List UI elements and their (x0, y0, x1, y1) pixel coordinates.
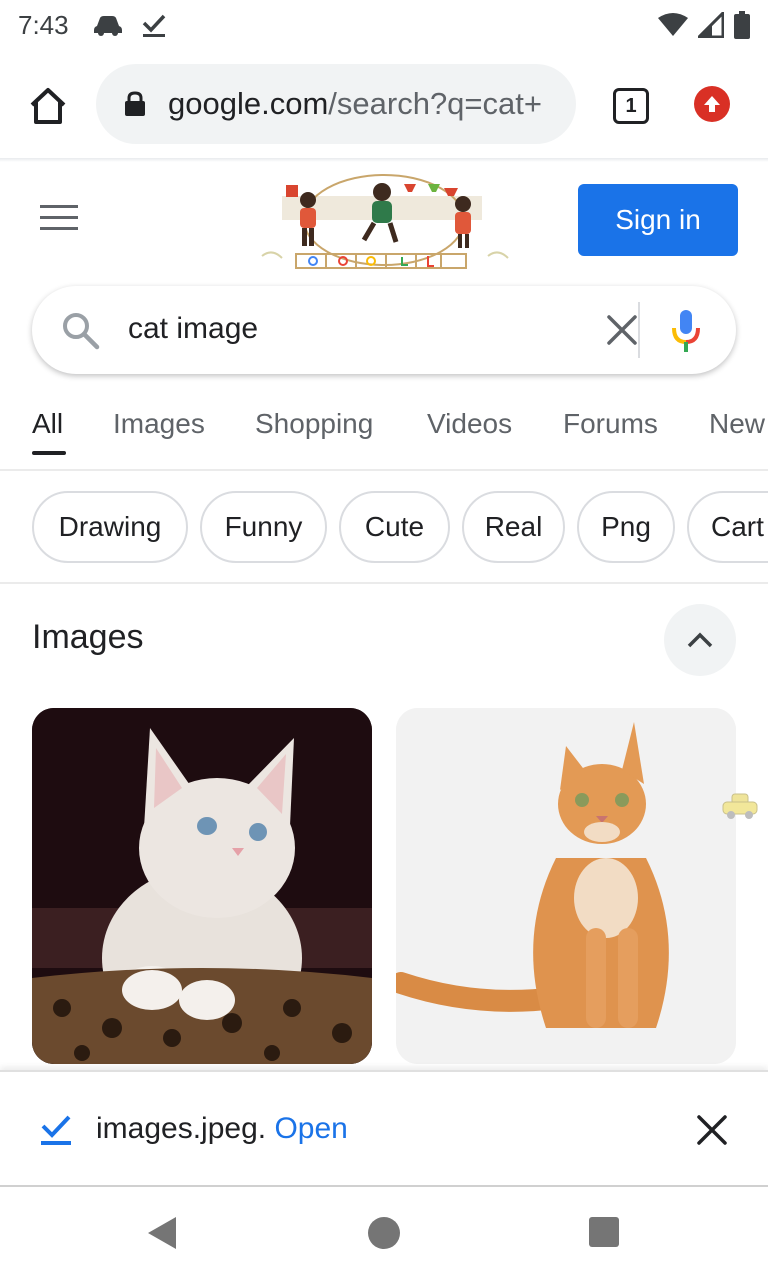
active-tab-indicator (32, 451, 66, 455)
sign-in-button[interactable]: Sign in (578, 184, 738, 256)
search-divider (638, 302, 640, 358)
chip-funny[interactable]: Funny (200, 491, 327, 563)
download-filename: images.jpeg. (96, 1112, 267, 1145)
wifi-icon (658, 13, 688, 36)
download-bar: images.jpeg. Open (0, 1070, 768, 1186)
home-icon[interactable] (28, 86, 68, 126)
chip-drawing[interactable]: Drawing (32, 491, 188, 563)
car-notification-icon (93, 16, 122, 36)
tab-switcher-button[interactable]: 1 (613, 88, 649, 124)
tab-news[interactable]: New (709, 408, 765, 440)
google-doodle-logo[interactable] (256, 170, 512, 280)
refinement-chips: Drawing Funny Cute Real Png Cart (0, 491, 768, 563)
system-nav-bar (0, 1187, 768, 1280)
url-text: google.com/search?q=cat+ (168, 86, 542, 122)
update-chrome-button[interactable] (694, 86, 730, 122)
chevron-up-icon (687, 632, 713, 648)
image-result-white-kitten[interactable] (32, 708, 372, 1064)
cell-signal-icon (698, 12, 724, 38)
status-bar: 7:43 (0, 0, 768, 50)
address-bar[interactable]: google.com/search?q=cat+ (96, 64, 576, 144)
arrow-up-icon (704, 96, 720, 112)
home-nav-icon[interactable] (368, 1217, 400, 1249)
chips-divider (0, 582, 768, 584)
tab-all[interactable]: All (32, 408, 63, 440)
download-complete-icon (41, 1115, 71, 1145)
search-icon[interactable] (60, 310, 100, 350)
microphone-icon[interactable] (670, 308, 702, 354)
toolbar-divider (0, 158, 768, 162)
chip-png[interactable]: Png (577, 491, 675, 563)
images-section-heading: Images (32, 618, 144, 656)
chip-real[interactable]: Real (462, 491, 565, 563)
download-done-icon (142, 14, 165, 37)
chip-cute[interactable]: Cute (339, 491, 450, 563)
download-message: images.jpeg. Open (96, 1112, 348, 1146)
collapse-images-button[interactable] (664, 604, 736, 676)
close-icon[interactable] (696, 1114, 728, 1146)
search-tabs: All Images Shopping Videos Forums New (0, 400, 768, 470)
recents-icon[interactable] (589, 1217, 619, 1247)
tab-videos[interactable]: Videos (427, 408, 512, 440)
taxi-icon (722, 793, 758, 819)
status-time: 7:43 (18, 9, 69, 40)
browser-toolbar: google.com/search?q=cat+ 1 (0, 50, 768, 158)
tab-forums[interactable]: Forums (563, 408, 658, 440)
tab-shopping[interactable]: Shopping (255, 408, 373, 440)
search-box[interactable]: cat image (32, 286, 736, 374)
tab-images[interactable]: Images (113, 408, 205, 440)
url-path: /search?q=cat+ (328, 86, 542, 121)
battery-icon (734, 11, 750, 39)
orange-cat-image (396, 708, 736, 1064)
lock-icon (125, 91, 145, 116)
url-domain: google.com (168, 86, 329, 121)
white-kitten-image (32, 708, 372, 1064)
image-result-orange-cat[interactable] (396, 708, 736, 1064)
main-menu-button[interactable] (40, 205, 80, 235)
chip-cartoon[interactable]: Cart (687, 491, 768, 563)
search-input[interactable]: cat image (128, 312, 258, 346)
download-open-link[interactable]: Open (274, 1112, 347, 1145)
back-icon[interactable] (146, 1215, 178, 1251)
clear-search-icon[interactable] (604, 312, 640, 348)
tabs-divider (0, 469, 768, 471)
